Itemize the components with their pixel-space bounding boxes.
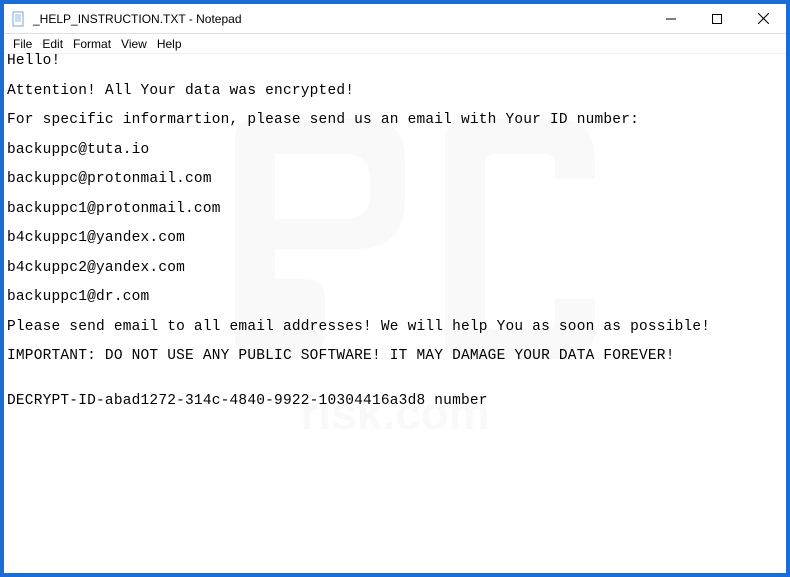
menu-view[interactable]: View bbox=[116, 36, 152, 52]
text-line: For specific informartion, please send u… bbox=[7, 113, 783, 128]
text-line-empty bbox=[7, 364, 783, 379]
text-line: Please send email to all email addresses… bbox=[7, 320, 783, 335]
text-line-empty bbox=[7, 157, 783, 172]
text-line-empty bbox=[7, 334, 783, 349]
menu-help[interactable]: Help bbox=[152, 36, 187, 52]
text-line: Attention! All Your data was encrypted! bbox=[7, 84, 783, 99]
text-line: backuppc1@protonmail.com bbox=[7, 202, 783, 217]
text-line-empty bbox=[7, 69, 783, 84]
text-line-empty bbox=[7, 305, 783, 320]
window-title: _HELP_INSTRUCTION.TXT - Notepad bbox=[33, 12, 648, 26]
text-line: b4ckuppc2@yandex.com bbox=[7, 261, 783, 276]
text-line-empty bbox=[7, 187, 783, 202]
text-line-empty bbox=[7, 128, 783, 143]
titlebar: _HELP_INSTRUCTION.TXT - Notepad bbox=[4, 4, 786, 34]
minimize-button[interactable] bbox=[648, 4, 694, 33]
close-button[interactable] bbox=[740, 4, 786, 33]
text-line: backuppc@protonmail.com bbox=[7, 172, 783, 187]
document-content[interactable]: Hello! Attention! All Your data was encr… bbox=[4, 54, 786, 408]
notepad-icon bbox=[11, 11, 27, 27]
text-line-empty bbox=[7, 98, 783, 113]
menu-file[interactable]: File bbox=[8, 36, 37, 52]
text-line-empty bbox=[7, 379, 783, 394]
menu-format[interactable]: Format bbox=[68, 36, 116, 52]
text-line-empty bbox=[7, 216, 783, 231]
maximize-button[interactable] bbox=[694, 4, 740, 33]
text-line: IMPORTANT: DO NOT USE ANY PUBLIC SOFTWAR… bbox=[7, 349, 783, 364]
text-line: backuppc@tuta.io bbox=[7, 143, 783, 158]
text-line: DECRYPT-ID-abad1272-314c-4840-9922-10304… bbox=[7, 394, 783, 409]
text-line: backuppc1@dr.com bbox=[7, 290, 783, 305]
text-line-empty bbox=[7, 246, 783, 261]
text-line-empty bbox=[7, 275, 783, 290]
window-controls bbox=[648, 4, 786, 33]
text-line: Hello! bbox=[7, 54, 783, 69]
text-line: b4ckuppc1@yandex.com bbox=[7, 231, 783, 246]
menu-edit[interactable]: Edit bbox=[37, 36, 68, 52]
menubar: File Edit Format View Help bbox=[4, 34, 786, 54]
